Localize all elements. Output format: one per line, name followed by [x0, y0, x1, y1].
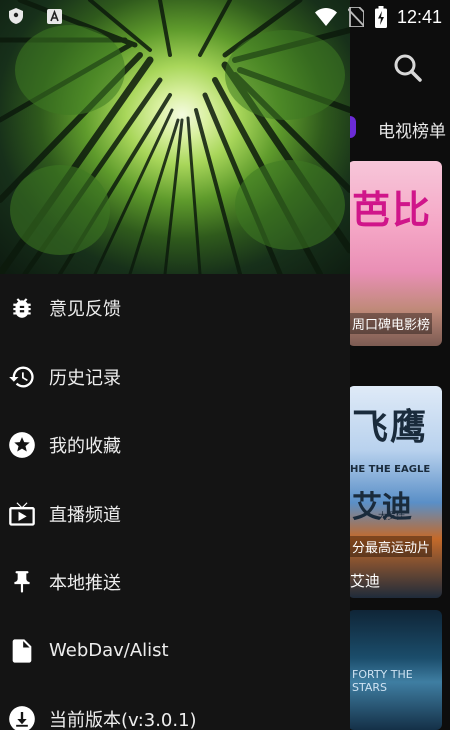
- shield-icon: [8, 8, 24, 24]
- menu-item-local-push[interactable]: 本地推送: [0, 548, 350, 617]
- navigation-drawer: 意见反馈 历史记录 我的收藏 直播频道 本地推送 WebDav/Alist 当前…: [0, 0, 350, 730]
- file-icon: [8, 637, 36, 665]
- drawer-menu: 意见反馈 历史记录 我的收藏 直播频道 本地推送 WebDav/Alist 当前…: [0, 274, 350, 730]
- menu-item-label: 本地推送: [49, 573, 121, 595]
- wifi-icon: [314, 8, 337, 26]
- menu-item-version[interactable]: 当前版本(v:3.0.1): [0, 685, 350, 730]
- battery-charging-icon: [374, 6, 387, 28]
- history-icon: [8, 363, 36, 391]
- search-icon: [394, 54, 422, 82]
- menu-item-label: 意见反馈: [49, 299, 121, 321]
- a-notification-icon: [46, 8, 62, 24]
- poster-english-title: HE THE EAGLE: [350, 464, 431, 475]
- poster-card[interactable]: 芭比 周口碑电影榜: [348, 161, 442, 346]
- poster-english-title: FORTY THE STARS: [352, 668, 413, 694]
- poster-caption: 分最高运动片: [350, 536, 433, 557]
- tv-icon: [8, 500, 36, 528]
- menu-item-feedback[interactable]: 意见反馈: [0, 274, 350, 343]
- clock-time: 12:41: [396, 6, 442, 27]
- star-circle-icon: [8, 431, 36, 459]
- menu-item-favorites[interactable]: 我的收藏: [0, 411, 350, 480]
- menu-item-label: 历史记录: [49, 367, 121, 389]
- no-sim-icon: [347, 7, 365, 27]
- menu-item-label: 当前版本(v:3.0.1): [49, 710, 197, 730]
- menu-item-webdav[interactable]: WebDav/Alist: [0, 617, 350, 686]
- status-bar: 12:41: [0, 0, 450, 34]
- drawer-header-image: [0, 0, 350, 274]
- menu-item-label: WebDav/Alist: [49, 640, 169, 662]
- poster-card[interactable]: FORTY THE STARS: [348, 610, 442, 730]
- bug-icon: [8, 294, 36, 322]
- download-circle-icon: [8, 705, 36, 730]
- menu-item-live-channels[interactable]: 直播频道: [0, 480, 350, 549]
- poster-card[interactable]: 飞鹰 HE THE EAGLE 艾迪 大罗佳 分最高运动片 艾迪: [348, 386, 442, 598]
- poster-credit: 大罗佳: [378, 512, 406, 522]
- menu-item-label: 我的收藏: [49, 436, 121, 458]
- search-button[interactable]: [388, 48, 428, 88]
- poster-caption-2: 艾迪: [350, 572, 381, 590]
- poster-caption: 周口碑电影榜: [350, 313, 433, 334]
- tab-tv-ranking[interactable]: 电视榜单: [378, 117, 446, 142]
- poster-title: 飞鹰: [352, 407, 429, 448]
- menu-item-history[interactable]: 历史记录: [0, 343, 350, 412]
- pin-icon: [8, 568, 36, 596]
- poster-title: 芭比: [352, 188, 433, 232]
- menu-item-label: 直播频道: [49, 504, 121, 526]
